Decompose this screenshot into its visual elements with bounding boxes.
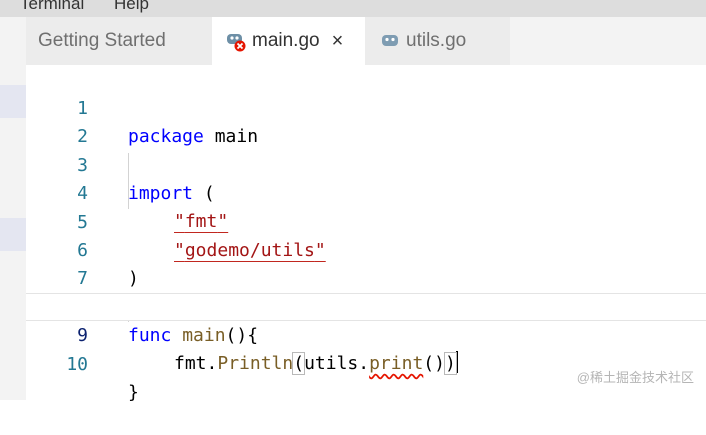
activity-sidebar: [0, 17, 26, 400]
tab-getting-started[interactable]: Getting Started: [26, 17, 212, 65]
code-editor[interactable]: 1 package main 2 3 import ( 4 "fmt" 5 "g…: [26, 65, 706, 403]
go-file-icon: [380, 31, 402, 51]
code-line-current[interactable]: 9 fmt.Println(utils.print()): [26, 293, 706, 375]
code-text: fmt.Println(utils.print()): [174, 351, 458, 375]
tab-label: main.go: [252, 30, 320, 51]
code-text: }: [128, 382, 139, 403]
menu-bar: ı Terminal Help: [0, 0, 706, 17]
code-line[interactable]: 8 func main(){: [26, 266, 706, 346]
text-caret: [455, 351, 458, 373]
menu-item-terminal[interactable]: Terminal: [20, 0, 84, 14]
code-line[interactable]: 1 package main: [26, 67, 706, 147]
code-line[interactable]: 4 "fmt": [26, 152, 706, 232]
menu-item-help[interactable]: Help: [114, 0, 149, 14]
code-line[interactable]: 2: [26, 95, 706, 147]
line-number: 10: [66, 354, 88, 375]
code-line[interactable]: 7: [26, 237, 706, 289]
tab-label: utils.go: [406, 30, 467, 51]
tab-label: Getting Started: [38, 30, 166, 51]
close-icon[interactable]: ×: [332, 31, 344, 51]
watermark: @稀土掘金技术社区: [576, 370, 694, 385]
error-squiggle: print: [369, 353, 424, 374]
code-line[interactable]: 10 }: [26, 323, 706, 403]
sidebar-highlight[interactable]: [0, 85, 26, 118]
go-file-error-icon: [226, 31, 248, 52]
tab-utils-go[interactable]: utils.go: [365, 17, 510, 65]
code-line[interactable]: 6 ): [26, 209, 706, 289]
editor-tab-bar: Getting Started main.go × utils.go: [26, 17, 706, 65]
tab-main-go[interactable]: main.go ×: [212, 17, 365, 65]
sidebar-highlight[interactable]: [0, 218, 26, 251]
code-line[interactable]: 5 "godemo/utils": [26, 181, 706, 261]
code-line[interactable]: 3 import (: [26, 124, 706, 204]
